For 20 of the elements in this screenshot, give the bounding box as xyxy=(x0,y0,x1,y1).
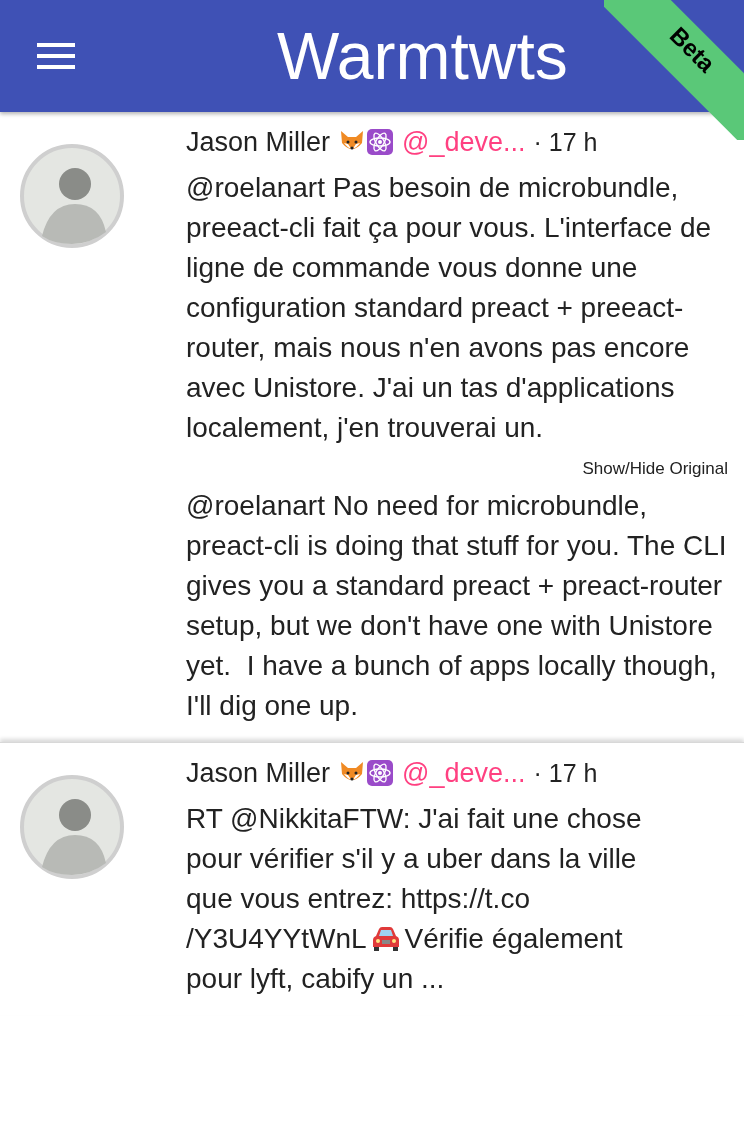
tweet-text: Vérifie également xyxy=(404,921,623,956)
atom-icon xyxy=(366,128,395,156)
original-tweet-text: @roelanart No need for microbundle, preact-cli is doing that stuff for you. The CLI gives you a standard preact + preact-router setup, but we don't have one with Unistore yet. I have a bunch of apps locally though, I'll dig one up. xyxy=(186,488,728,723)
tweet-text: @roelanart Pas besoin de microbundle, preeact-cli fait ça pour vous. L'interface de ligne de commande vous donne une configuration standard preact + preeact-router, mais nous n'en avons pas encore avec Unistore. J'ai un tas d'applications localement, j'en trouverai un. xyxy=(186,172,712,443)
show-hide-original-link[interactable]: Show/Hide Original xyxy=(582,456,728,482)
tweet-text: RT @NikkitaFTW: J'ai fait une chose xyxy=(186,801,642,836)
author-handle[interactable]: @_deve... xyxy=(402,754,526,791)
author-handle[interactable]: @_deve... xyxy=(402,124,526,160)
menu-icon[interactable] xyxy=(37,43,75,69)
atom-icon xyxy=(366,758,395,787)
tweet-text: pour lyft, cabify un ... xyxy=(186,961,445,996)
tweet-time: · 17 h xyxy=(533,127,598,158)
car-icon xyxy=(370,925,401,952)
tweet-text: que vous entrez: https://t.co xyxy=(186,881,530,916)
tweet-time: · 17 h xyxy=(533,757,598,789)
tweet-text: pour vérifier s'il y a uber dans la ville xyxy=(186,841,637,876)
author-name: Jason Miller xyxy=(186,126,331,159)
author-name: Jason Miller xyxy=(186,756,331,790)
tweet-text: /Y3U4YYtWnL xyxy=(186,921,367,956)
app-title: Warmtwts xyxy=(277,18,568,94)
